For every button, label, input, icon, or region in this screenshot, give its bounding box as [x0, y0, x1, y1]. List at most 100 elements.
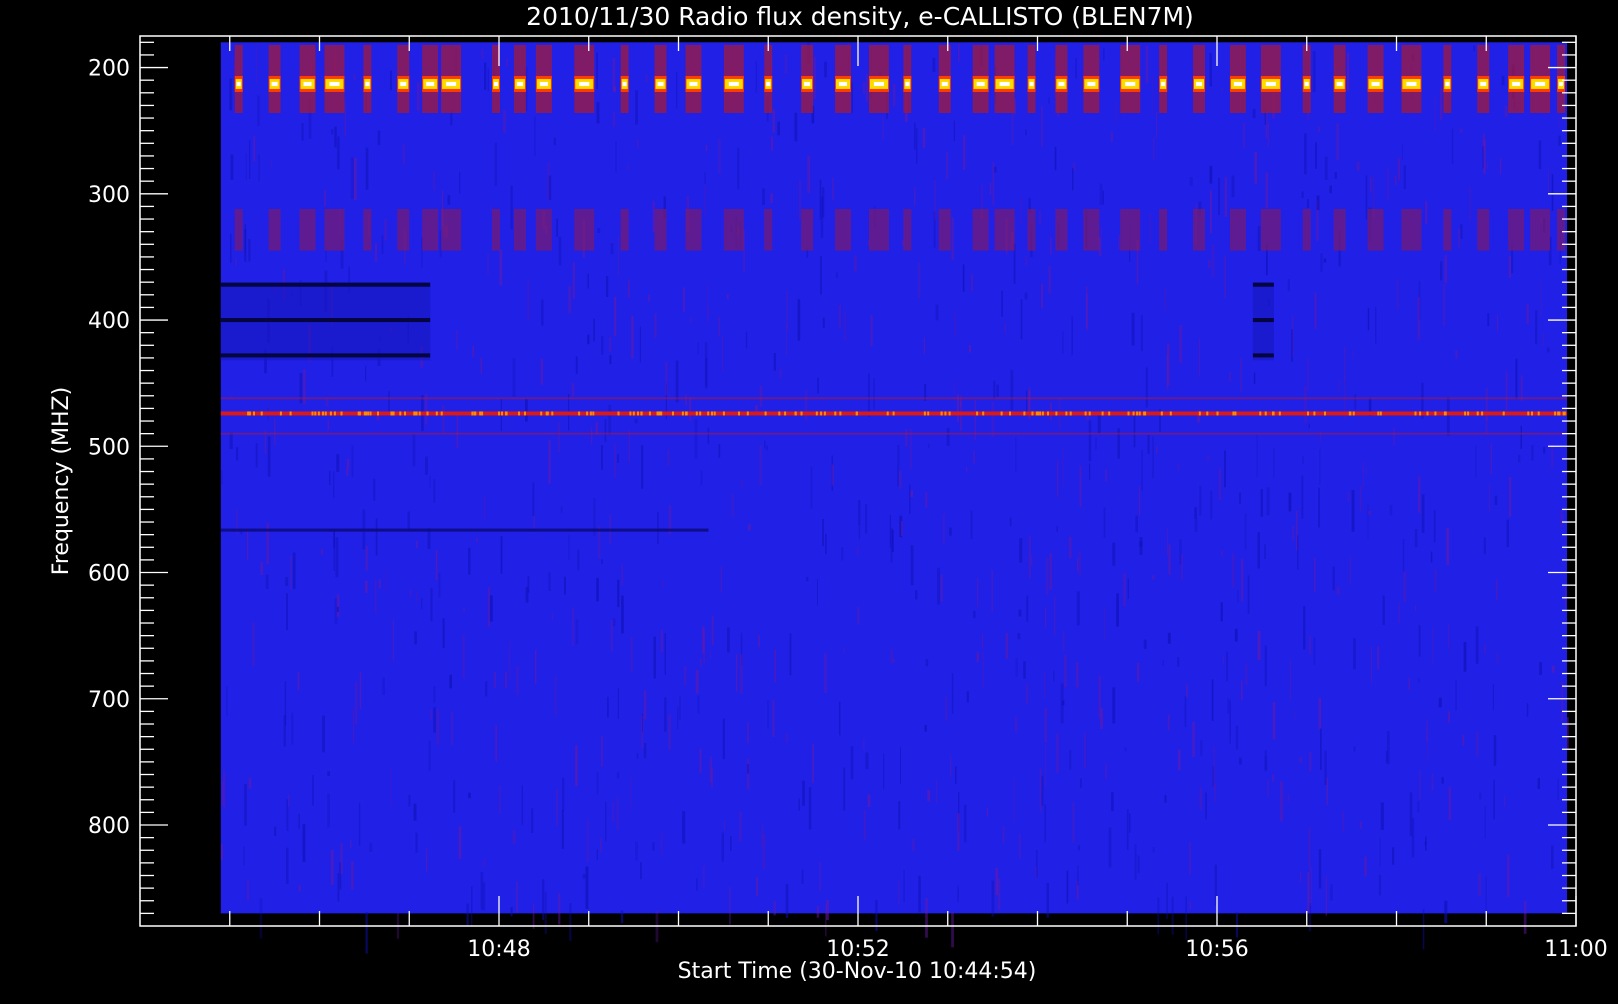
noise-streak	[1256, 434, 1258, 477]
noise-streak	[1398, 603, 1400, 623]
noise-streak	[562, 777, 565, 812]
noise-streak	[812, 743, 814, 784]
noise-streak	[1483, 140, 1486, 174]
noise-streak	[500, 536, 503, 574]
noise-streak	[925, 492, 928, 508]
interference-hotspot	[778, 411, 781, 416]
interference-hotspot	[1379, 411, 1382, 416]
noise-streak	[1084, 732, 1087, 769]
noise-streak	[458, 826, 462, 859]
noise-streak	[1418, 625, 1421, 657]
noise-streak	[1056, 733, 1060, 773]
noise-streak	[1110, 131, 1114, 143]
noise-streak	[447, 195, 451, 205]
burst-harmonic	[1530, 208, 1551, 251]
noise-streak	[966, 467, 968, 472]
noise-streak	[553, 137, 556, 146]
noise-streak	[548, 175, 552, 200]
noise-streak	[718, 317, 721, 337]
interference-hotspot	[540, 411, 543, 416]
noise-streak	[1137, 855, 1140, 874]
noise-streak	[1444, 900, 1448, 924]
noise-streak	[1229, 372, 1232, 382]
noise-streak	[857, 546, 859, 556]
burst-harmonic	[441, 208, 462, 251]
interference-hotspot	[820, 411, 823, 416]
interference-hotspot	[648, 411, 651, 416]
noise-streak	[1487, 313, 1490, 327]
noise-streak	[1314, 292, 1317, 329]
noise-streak	[483, 495, 485, 520]
noise-streak	[772, 700, 775, 738]
burst-harmonic	[1193, 208, 1206, 251]
noise-streak	[1488, 483, 1491, 512]
noise-streak	[1035, 850, 1038, 878]
noise-streak	[1031, 555, 1033, 567]
noise-streak	[1370, 646, 1372, 684]
burst-core-peak	[622, 81, 627, 86]
noise-streak	[459, 171, 461, 194]
noise-streak	[230, 233, 232, 263]
noise-streak	[456, 330, 458, 351]
noise-streak	[1264, 750, 1267, 772]
noise-streak	[1222, 656, 1225, 665]
noise-streak	[1494, 495, 1498, 505]
noise-streak	[676, 71, 678, 109]
noise-streak	[704, 185, 706, 215]
interference-hotspot	[1531, 411, 1533, 416]
noise-streak	[591, 427, 593, 445]
interference-hotspot	[1563, 411, 1566, 416]
noise-streak	[1316, 195, 1320, 211]
noise-streak	[1401, 143, 1403, 160]
noise-streak	[1473, 45, 1475, 52]
burst-harmonic	[903, 208, 912, 251]
noise-streak	[932, 57, 936, 72]
noise-streak	[1304, 133, 1307, 175]
noise-streak	[1557, 778, 1559, 801]
noise-streak	[758, 634, 760, 648]
noise-streak	[993, 380, 996, 400]
noise-streak	[606, 276, 609, 297]
noise-streak	[1152, 847, 1155, 853]
noise-streak	[867, 373, 870, 417]
interference-hotspot	[1377, 411, 1380, 416]
burst-core-peak	[999, 81, 1010, 86]
noise-streak	[1434, 569, 1437, 593]
noise-streak	[664, 633, 666, 675]
noise-streak	[639, 326, 641, 363]
noise-streak	[1078, 845, 1080, 851]
burst-core-peak	[873, 81, 884, 86]
noise-streak	[667, 449, 670, 467]
noise-streak	[324, 189, 326, 207]
noise-streak	[430, 588, 433, 622]
noise-streak	[951, 673, 954, 714]
noise-streak	[890, 648, 894, 664]
noise-streak	[755, 405, 758, 412]
interference-hotspot	[435, 411, 438, 416]
noise-streak	[1483, 537, 1486, 555]
noise-streak	[1558, 135, 1561, 146]
noise-streak	[1351, 490, 1355, 532]
noise-streak	[718, 444, 721, 458]
noise-streak	[865, 503, 868, 534]
noise-streak	[449, 674, 452, 689]
noise-streak	[1375, 307, 1377, 344]
noise-streak	[1418, 476, 1421, 513]
noise-streak	[556, 218, 558, 237]
noise-streak	[621, 564, 624, 586]
noise-streak	[1026, 595, 1029, 622]
y-tick-label: 400	[88, 309, 130, 334]
noise-streak	[560, 506, 563, 513]
noise-streak	[694, 419, 698, 459]
noise-streak	[1234, 628, 1238, 642]
noise-streak	[229, 432, 233, 449]
noise-streak	[1077, 558, 1079, 572]
noise-streak	[252, 622, 255, 667]
noise-streak	[253, 135, 256, 162]
noise-streak	[472, 345, 475, 358]
noise-streak	[957, 813, 960, 851]
noise-streak	[1020, 299, 1023, 340]
noise-streak	[627, 164, 630, 171]
interference-hotspot	[314, 411, 317, 416]
y-tick-label: 700	[88, 688, 130, 713]
